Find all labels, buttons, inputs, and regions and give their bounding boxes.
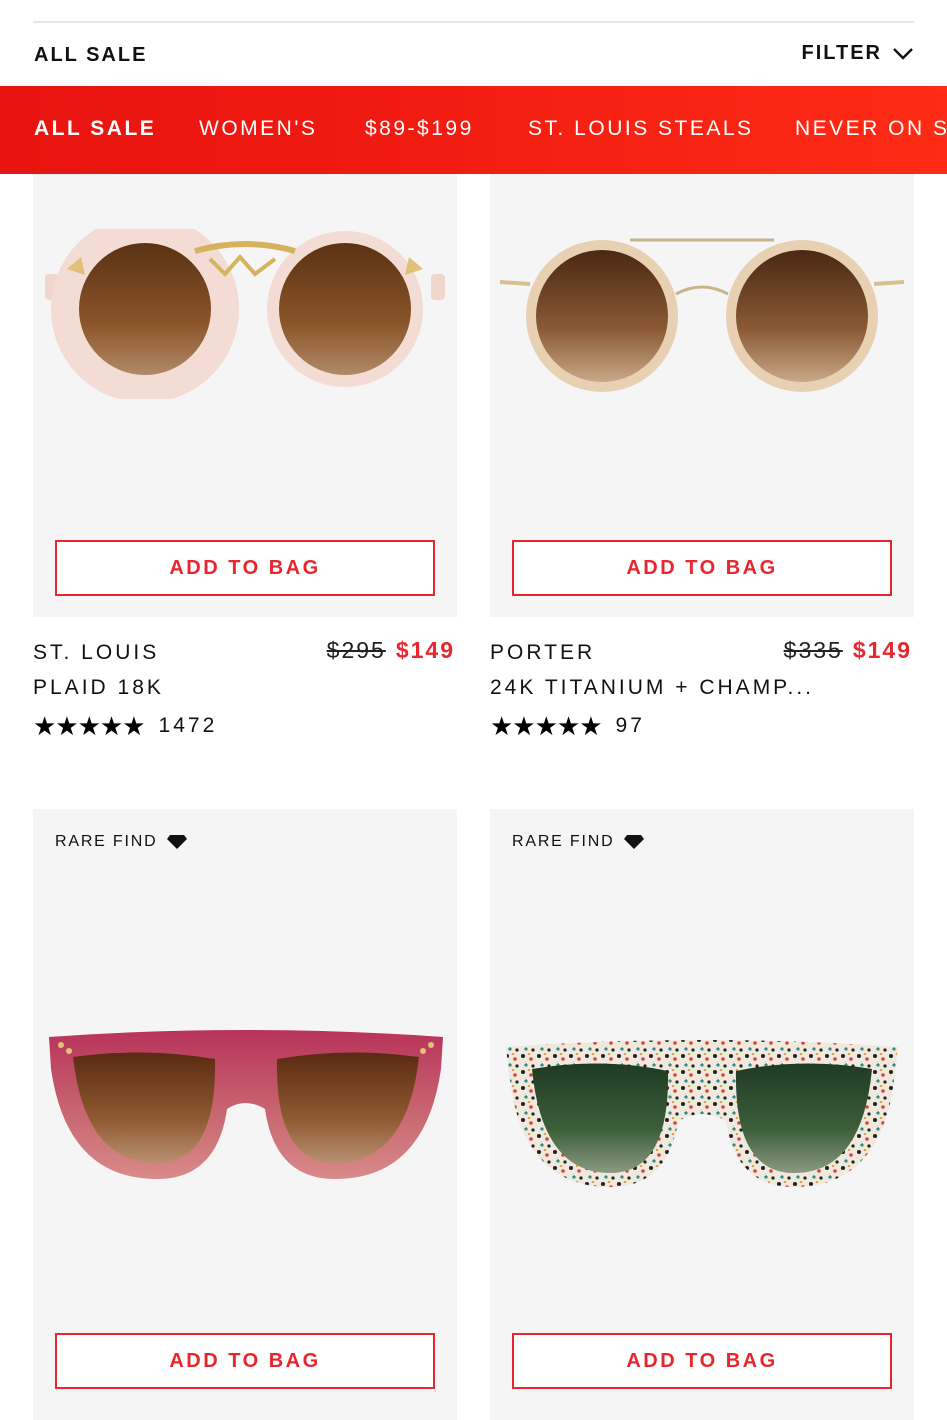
filter-label: FILTER: [801, 42, 882, 64]
product-rating[interactable]: ★★★★★ 97: [490, 713, 645, 739]
product-image-st-louis: [45, 229, 445, 399]
rare-find-badge: RARE FIND: [512, 833, 645, 851]
product-rating[interactable]: ★★★★★ 1472: [33, 713, 217, 739]
rare-find-label: RARE FIND: [512, 833, 615, 850]
product-price: $295 $149: [327, 637, 455, 664]
category-tab-womens[interactable]: WOMEN'S: [199, 117, 317, 141]
rare-find-badge: RARE FIND: [55, 833, 188, 851]
add-to-bag-button[interactable]: ADD TO BAG: [55, 540, 435, 596]
diamond-icon: [167, 835, 188, 849]
filter-button[interactable]: FILTER: [801, 42, 914, 65]
product-info-porter: PORTER 24K TITANIUM + CHAMP... $335 $149…: [490, 617, 914, 739]
rare-find-label: RARE FIND: [55, 833, 158, 850]
top-divider: [33, 21, 914, 23]
review-count: 1472: [158, 714, 218, 737]
category-tab-never-on-sale[interactable]: NEVER ON S: [795, 117, 947, 141]
product-variant: PLAID 18K: [33, 676, 164, 699]
original-price: $295: [326, 637, 386, 663]
product-card-rare-find-2[interactable]: RARE FIND ADD TO BAG: [490, 809, 914, 1420]
category-nav: ALL SALE WOMEN'S $89-$199 ST. LOUIS STEA…: [0, 86, 947, 174]
category-tab-all-sale[interactable]: ALL SALE: [34, 117, 156, 141]
review-count: 97: [615, 714, 645, 737]
product-card-porter[interactable]: ADD TO BAG: [490, 174, 914, 617]
product-image-rare-find-1: [49, 1030, 443, 1179]
product-name[interactable]: PORTER: [490, 641, 595, 665]
product-variant: 24K TITANIUM + CHAMP...: [490, 676, 814, 699]
add-to-bag-button[interactable]: ADD TO BAG: [512, 540, 892, 596]
product-info-st-louis: ST. LOUIS PLAID 18K $295 $149 ★★★★★ 1472: [33, 617, 457, 739]
sale-price: $149: [852, 637, 912, 663]
product-name[interactable]: ST. LOUIS: [33, 641, 159, 665]
original-price: $335: [783, 637, 843, 663]
chevron-down-icon: [893, 47, 913, 60]
star-rating-icon: ★★★★★: [490, 711, 603, 741]
page-title: ALL SALE: [34, 44, 148, 66]
category-tab-price-range[interactable]: $89-$199: [365, 117, 474, 141]
product-image-porter: [500, 238, 904, 392]
product-card-rare-find-1[interactable]: RARE FIND ADD TO BAG: [33, 809, 457, 1420]
product-image-rare-find-2: [506, 1040, 898, 1187]
diamond-icon: [624, 835, 645, 849]
add-to-bag-button[interactable]: ADD TO BAG: [55, 1333, 435, 1389]
sale-price: $149: [395, 637, 455, 663]
star-rating-icon: ★★★★★: [33, 711, 146, 741]
page-header: ALL SALE FILTER: [0, 24, 947, 86]
category-tab-st-louis-steals[interactable]: ST. LOUIS STEALS: [528, 117, 754, 141]
product-price: $335 $149: [784, 637, 912, 664]
product-card-st-louis[interactable]: ADD TO BAG: [33, 174, 457, 617]
add-to-bag-button[interactable]: ADD TO BAG: [512, 1333, 892, 1389]
